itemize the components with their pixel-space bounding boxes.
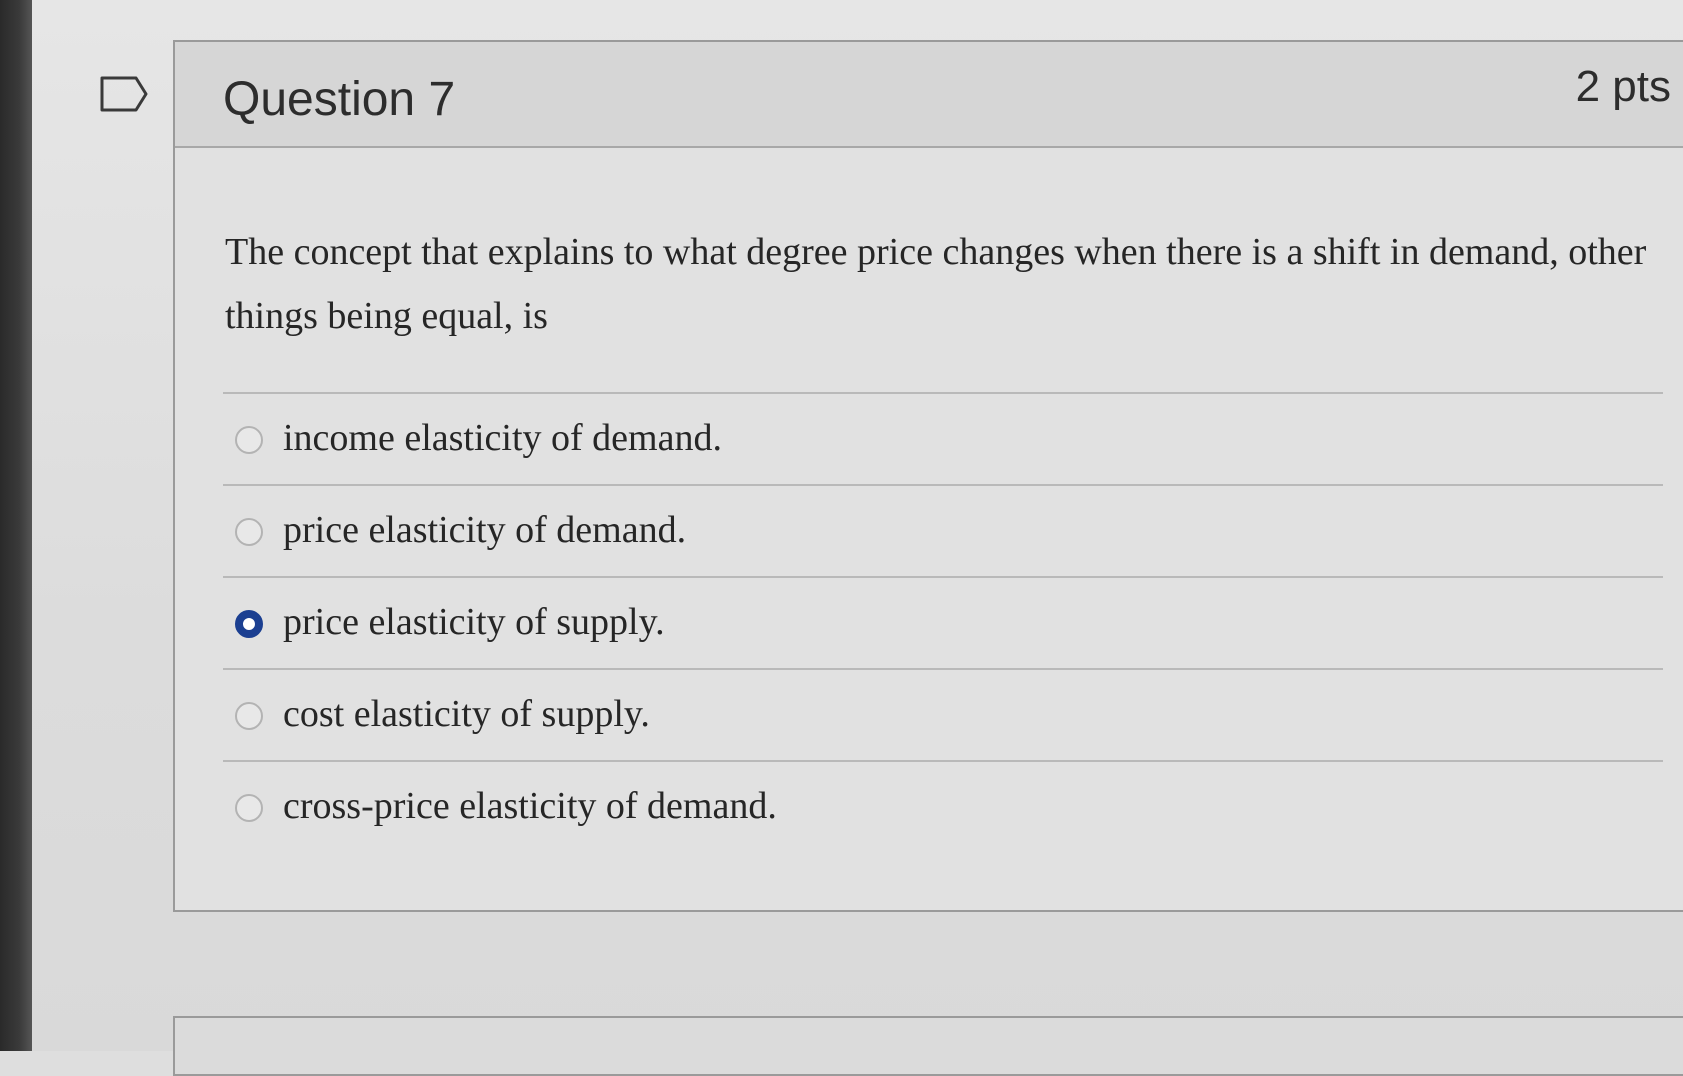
question-points: 2 pts bbox=[1575, 62, 1671, 111]
next-question-card bbox=[173, 1016, 1683, 1076]
answer-list: income elasticity of demand. price elast… bbox=[223, 392, 1663, 852]
flag-question-icon[interactable] bbox=[100, 76, 148, 112]
radio-button[interactable] bbox=[235, 702, 263, 730]
answer-label[interactable]: cross-price elasticity of demand. bbox=[283, 784, 777, 828]
radio-button[interactable] bbox=[235, 426, 263, 454]
answer-option[interactable]: income elasticity of demand. bbox=[223, 392, 1663, 484]
question-header: Question 7 2 pts bbox=[175, 42, 1683, 148]
question-text: The concept that explains to what degree… bbox=[225, 231, 1647, 337]
answer-option[interactable]: cost elasticity of supply. bbox=[223, 668, 1663, 760]
screen-bezel bbox=[0, 0, 32, 1051]
radio-button-selected[interactable] bbox=[235, 610, 263, 638]
answer-label[interactable]: cost elasticity of supply. bbox=[283, 692, 650, 736]
page: Question 7 2 pts The concept that explai… bbox=[0, 0, 1683, 1076]
answer-label[interactable]: price elasticity of supply. bbox=[283, 600, 665, 644]
answer-label[interactable]: price elasticity of demand. bbox=[283, 508, 686, 552]
answer-option[interactable]: price elasticity of supply. bbox=[223, 576, 1663, 668]
answer-option[interactable]: cross-price elasticity of demand. bbox=[223, 760, 1663, 852]
question-card: Question 7 2 pts The concept that explai… bbox=[173, 40, 1683, 912]
answer-label[interactable]: income elasticity of demand. bbox=[283, 416, 722, 460]
radio-button[interactable] bbox=[235, 518, 263, 546]
answer-option[interactable]: price elasticity of demand. bbox=[223, 484, 1663, 576]
question-title: Question 7 bbox=[223, 73, 456, 126]
radio-button[interactable] bbox=[235, 794, 263, 822]
